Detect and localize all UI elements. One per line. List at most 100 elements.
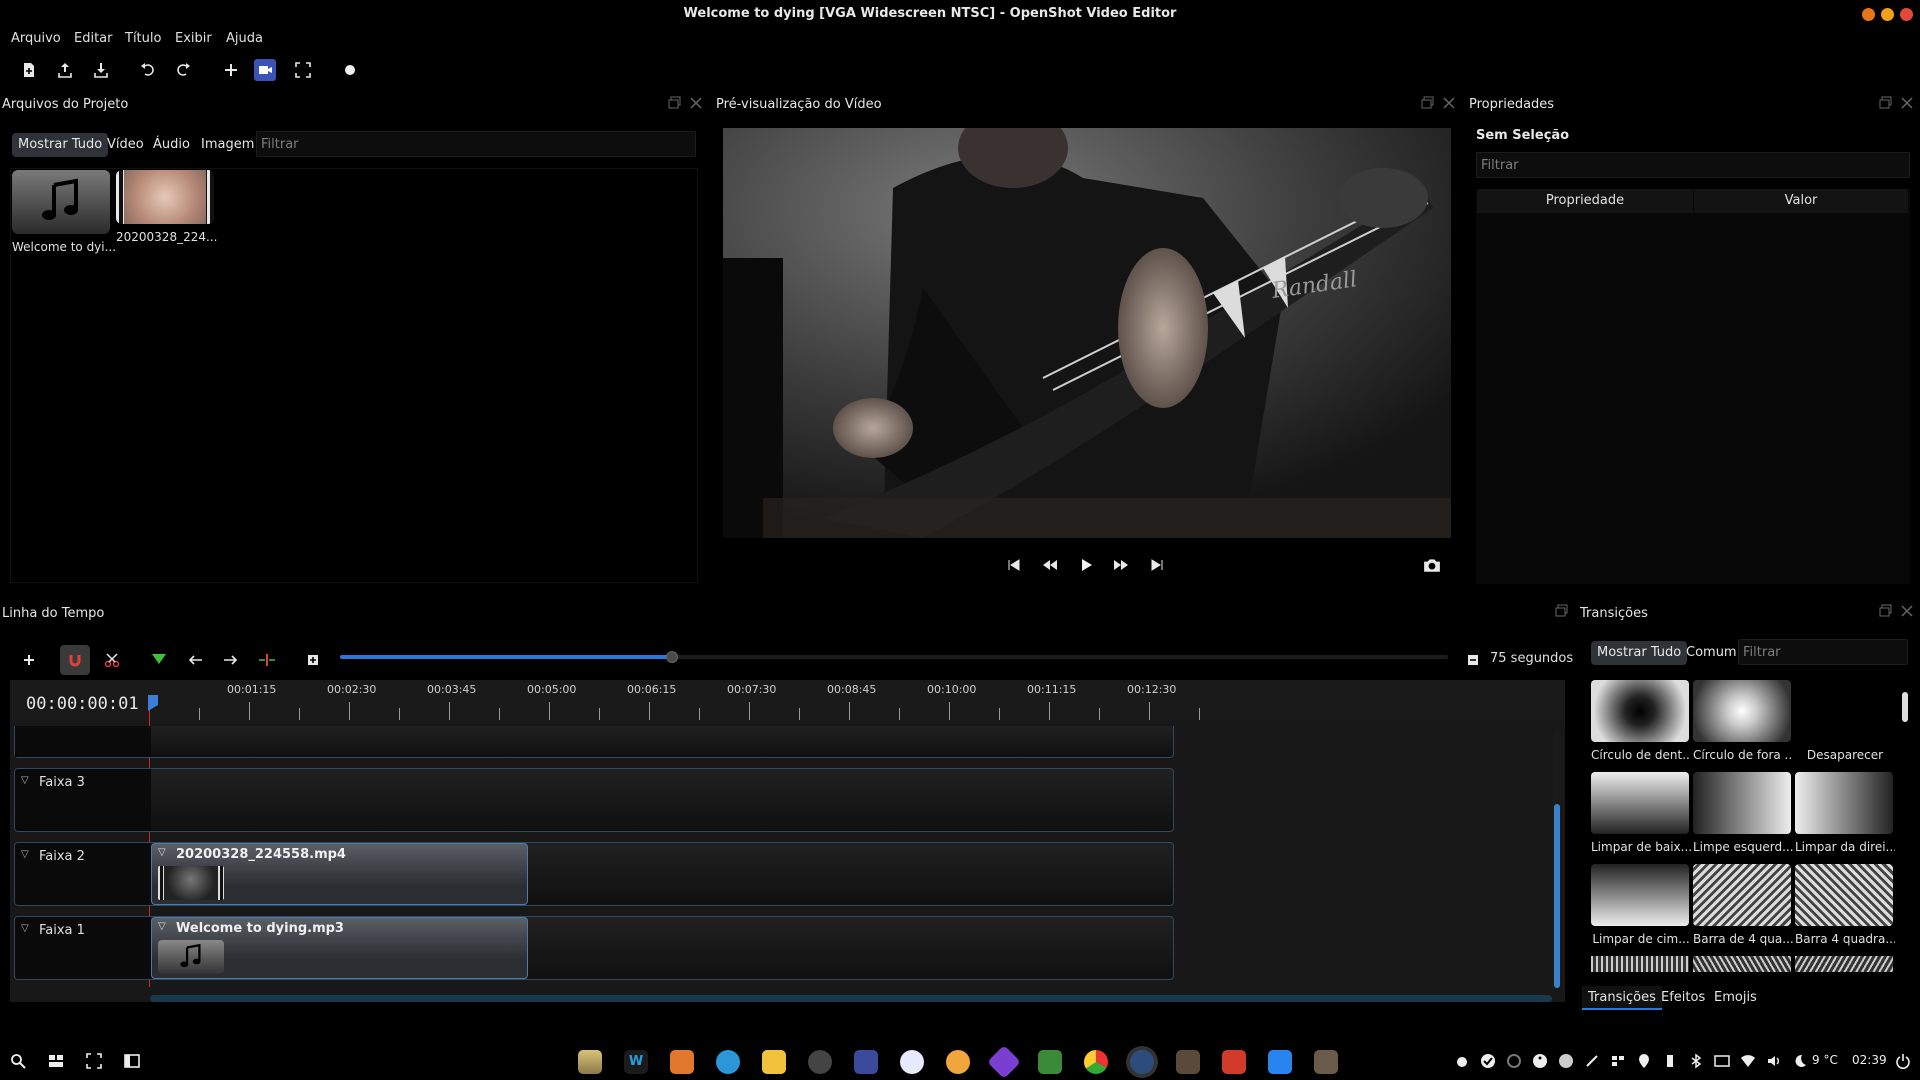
transition-item[interactable]: Limpar de cim... [1591, 864, 1691, 946]
transition-item[interactable]: Limpar da direi... [1795, 772, 1895, 854]
undo-icon[interactable] [135, 56, 161, 84]
cloud-icon[interactable] [854, 1050, 878, 1074]
power-icon[interactable] [1895, 1053, 1911, 1069]
menu-editar[interactable]: Editar [74, 31, 113, 46]
zoom-out-icon[interactable] [1458, 645, 1488, 675]
center-timeline-icon[interactable] [252, 645, 282, 675]
transition-item[interactable]: Barra de 4 qua... [1693, 864, 1793, 946]
new-project-icon[interactable] [16, 56, 42, 84]
status-icon[interactable] [1506, 1053, 1522, 1069]
zoom-in-icon[interactable] [298, 645, 328, 675]
volume-icon[interactable] [1766, 1053, 1782, 1069]
properties-filter-input[interactable] [1476, 152, 1910, 178]
snapping-icon[interactable] [60, 645, 90, 675]
float-panel-icon[interactable] [1879, 604, 1893, 618]
gimp-alt-icon[interactable] [1314, 1050, 1338, 1074]
add-track-icon[interactable] [14, 645, 44, 675]
photos-icon[interactable] [946, 1050, 970, 1074]
transitions-filter-input[interactable] [1738, 639, 1908, 665]
search-icon[interactable] [10, 1053, 26, 1069]
playhead-icon[interactable] [147, 695, 159, 711]
menu-exibir[interactable]: Exibir [175, 31, 212, 46]
bug-icon[interactable] [808, 1050, 832, 1074]
network-icon[interactable] [1610, 1053, 1626, 1069]
browser-icon[interactable] [716, 1050, 740, 1074]
save-project-icon[interactable] [88, 56, 114, 84]
accessibility-icon[interactable] [1532, 1053, 1548, 1069]
razor-icon[interactable] [97, 645, 127, 675]
close-panel-icon[interactable] [1900, 604, 1914, 618]
chevron-down-icon[interactable]: ▽ [158, 847, 166, 858]
weather-moon-icon[interactable] [1792, 1053, 1808, 1069]
clipboard-icon[interactable] [1584, 1053, 1600, 1069]
import-files-icon[interactable] [218, 56, 244, 84]
float-panel-icon[interactable] [668, 96, 682, 110]
gimp-icon[interactable] [1176, 1050, 1200, 1074]
video-clip[interactable]: ▽ 20200328_224558.mp4 [151, 843, 528, 905]
night-mode-icon[interactable] [1558, 1053, 1574, 1069]
files-tab-audio[interactable]: Áudio [147, 133, 196, 157]
timeline-vertical-scrollbar[interactable] [1553, 728, 1561, 990]
float-panel-icon[interactable] [1421, 96, 1435, 110]
check-icon[interactable] [1480, 1053, 1496, 1069]
minimize-button[interactable] [1862, 8, 1875, 21]
show-desktop-icon[interactable] [124, 1053, 140, 1069]
bottom-tab-effects[interactable]: Efeitos [1655, 986, 1711, 1010]
mail-icon[interactable] [1222, 1050, 1246, 1074]
location-icon[interactable] [1636, 1053, 1652, 1069]
audio-clip[interactable]: ▽ Welcome to dying.mp3 [151, 917, 528, 979]
transition-item[interactable]: Círculo de fora ... [1693, 680, 1793, 762]
track-faixa-3[interactable]: ▽ Faixa 3 [14, 768, 1174, 832]
previous-marker-icon[interactable] [180, 645, 210, 675]
settings-icon[interactable] [900, 1050, 924, 1074]
close-panel-icon[interactable] [1442, 96, 1456, 110]
menu-titulo[interactable]: Título [125, 31, 161, 46]
file-manager-icon[interactable] [578, 1050, 602, 1074]
clock[interactable]: 02:39 [1852, 1053, 1887, 1067]
track-faixa-2[interactable]: ▽ Faixa 2 ▽ 20200328_224558.mp4 [14, 842, 1174, 906]
float-panel-icon[interactable] [1879, 96, 1893, 110]
notes-icon[interactable] [762, 1050, 786, 1074]
rewind-icon[interactable] [1039, 555, 1061, 575]
jump-start-icon[interactable] [1003, 555, 1025, 575]
chevron-down-icon[interactable]: ▽ [21, 923, 29, 934]
bottom-tab-emojis[interactable]: Emojis [1708, 986, 1763, 1010]
calculator-icon[interactable] [1038, 1050, 1062, 1074]
close-button[interactable] [1900, 8, 1913, 21]
wifi-icon[interactable] [1740, 1053, 1756, 1069]
zoom-slider-track[interactable] [340, 651, 1448, 663]
next-marker-icon[interactable] [216, 645, 246, 675]
transition-item[interactable]: Círculo de dent... [1591, 680, 1691, 762]
export-video-icon[interactable] [337, 56, 363, 84]
zoom-slider-handle[interactable] [666, 651, 679, 663]
camera-icon[interactable] [1420, 555, 1444, 575]
transitions-tab-common[interactable]: Comum [1680, 641, 1743, 665]
transition-item[interactable]: Desaparecer [1795, 680, 1895, 762]
transition-item[interactable]: Barra 4 quadra... [1795, 864, 1895, 946]
choose-profile-icon[interactable] [254, 59, 276, 81]
open-project-icon[interactable] [52, 56, 78, 84]
close-panel-icon[interactable] [689, 96, 703, 110]
usb-icon[interactable] [1662, 1053, 1678, 1069]
files-tab-image[interactable]: Imagem [195, 133, 260, 157]
add-marker-icon[interactable] [144, 645, 174, 675]
float-panel-icon[interactable] [1555, 604, 1569, 618]
play-icon[interactable] [1075, 555, 1097, 575]
transition-item[interactable]: Limpar de baix... [1591, 772, 1691, 854]
openshot-icon[interactable] [1130, 1050, 1154, 1074]
fullscreen-icon[interactable] [290, 56, 316, 84]
chrome-icon[interactable] [1084, 1050, 1108, 1074]
transitions-scrollbar[interactable] [1902, 692, 1908, 722]
fast-forward-icon[interactable] [1110, 555, 1132, 575]
close-panel-icon[interactable] [1900, 96, 1914, 110]
bottom-tab-transitions[interactable]: Transições [1582, 986, 1662, 1010]
tray-app-icon[interactable] [1454, 1053, 1470, 1069]
property-column-header[interactable]: Propriedade [1477, 189, 1693, 213]
files-tab-all[interactable]: Mostrar Tudo [12, 133, 109, 157]
keyboard-icon[interactable] [1714, 1053, 1730, 1069]
menu-ajuda[interactable]: Ajuda [226, 31, 263, 46]
maximize-button[interactable] [1881, 8, 1894, 21]
jump-end-icon[interactable] [1146, 555, 1168, 575]
bluetooth-icon[interactable] [1688, 1053, 1704, 1069]
redo-icon[interactable] [170, 56, 196, 84]
